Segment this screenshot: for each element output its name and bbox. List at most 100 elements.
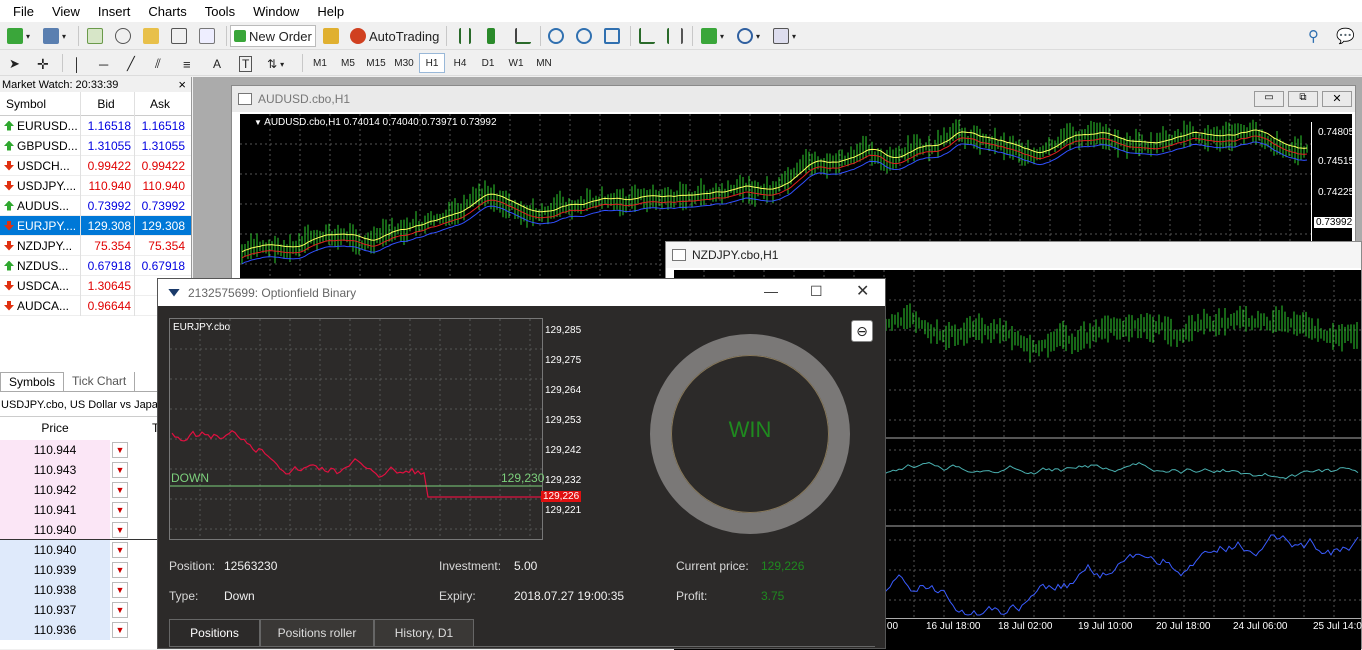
market-watch-row[interactable]: AUDUS... 0.73992 0.73992 — [0, 195, 191, 216]
tick-row[interactable]: 110.943 ▼ — [0, 460, 160, 480]
autotrading-button[interactable]: AutoTrading — [347, 25, 442, 47]
chart-shift-button[interactable] — [664, 25, 686, 47]
market-watch-row[interactable]: NZDJPY... 75.354 75.354 — [0, 235, 191, 256]
arrows-tool[interactable]: ⇅ ▾ — [264, 53, 287, 75]
bar-chart-button[interactable] — [456, 25, 474, 47]
optionfield-minimize-button[interactable]: — — [764, 283, 778, 299]
chevron-down-icon[interactable]: ▼ — [112, 442, 128, 458]
optionfield-binary-window[interactable]: 2132575699: Optionfield Binary — ☐ ✕ EUR… — [157, 278, 886, 649]
chevron-down-icon[interactable]: ▼ — [112, 522, 128, 538]
strategy-tester-toggle[interactable] — [196, 25, 218, 47]
auto-scroll-button[interactable] — [636, 25, 658, 47]
tick-row[interactable]: 110.937 ▼ — [0, 600, 160, 620]
menu-insert[interactable]: Insert — [89, 4, 140, 19]
chevron-down-icon[interactable]: ▼ — [112, 622, 128, 638]
market-watch-row[interactable]: USDCH... 0.99422 0.99422 — [0, 155, 191, 176]
market-watch-row[interactable]: NZDUS... 0.67918 0.67918 — [0, 255, 191, 276]
profiles-button[interactable]: ▾ — [40, 25, 69, 47]
zoom-in-button[interactable] — [545, 25, 567, 47]
tick-price: 110.944 — [0, 440, 110, 460]
market-watch-row[interactable]: EURJPY.... 129.308 129.308 — [0, 215, 191, 236]
back-arrow-button[interactable]: ⊖ — [851, 320, 873, 342]
cursor-tool[interactable]: ➤ — [6, 53, 23, 75]
ask-header[interactable]: Ask — [134, 91, 188, 116]
menu-charts[interactable]: Charts — [139, 4, 195, 19]
menu-window[interactable]: Window — [244, 4, 308, 19]
tick-row[interactable]: 110.938 ▼ — [0, 580, 160, 600]
text-label-tool[interactable]: T — [236, 53, 255, 75]
chevron-down-icon[interactable]: ▼ — [112, 542, 128, 558]
vertical-line-tool[interactable]: │ — [70, 53, 84, 75]
metaeditor-button[interactable] — [320, 25, 342, 47]
timeframe-m5[interactable]: M5 — [335, 53, 361, 73]
crosshair-tool[interactable]: ✛ — [34, 53, 52, 75]
text-tool[interactable]: A — [210, 53, 224, 75]
tab-positions[interactable]: Positions — [169, 619, 260, 647]
tick-row[interactable]: 110.942 ▼ — [0, 480, 160, 500]
tick-row[interactable]: 110.944 ▼ — [0, 440, 160, 460]
audusd-minimize-button[interactable]: ▭ — [1254, 91, 1284, 107]
line-chart-button[interactable] — [512, 25, 534, 47]
audusd-maximize-button[interactable]: ⧉ — [1288, 91, 1318, 107]
chevron-down-icon[interactable]: ▼ — [112, 462, 128, 478]
tick-row[interactable]: 110.936 ▼ — [0, 620, 160, 640]
menu-tools[interactable]: Tools — [196, 4, 244, 19]
templates-button[interactable]: ▾ — [770, 25, 799, 47]
zoom-out-button[interactable] — [573, 25, 595, 47]
timeframe-d1[interactable]: D1 — [475, 53, 501, 73]
timeframe-m30[interactable]: M30 — [391, 53, 417, 73]
audusd-close-button[interactable]: ✕ — [1322, 91, 1352, 107]
chevron-down-icon[interactable]: ▼ — [112, 502, 128, 518]
horizontal-line-tool[interactable]: ─ — [96, 53, 111, 75]
new-order-button[interactable]: New Order — [230, 25, 316, 47]
tick-row[interactable]: 110.939 ▼ — [0, 560, 160, 580]
market-watch-row[interactable]: GBPUSD... 1.31055 1.31055 — [0, 135, 191, 156]
menu-bar: File View Insert Charts Tools Window Hel… — [0, 0, 1362, 22]
indicators-button[interactable]: ▾ — [698, 25, 727, 47]
timeframe-mn[interactable]: MN — [531, 53, 557, 73]
timeframe-h4[interactable]: H4 — [447, 53, 473, 73]
navigator-toggle[interactable] — [140, 25, 162, 47]
market-watch-toggle[interactable] — [84, 25, 106, 47]
menu-help[interactable]: Help — [308, 4, 353, 19]
tick-row[interactable]: 110.941 ▼ — [0, 500, 160, 520]
tab-tick-chart[interactable]: Tick Chart — [64, 372, 136, 391]
tick-row[interactable]: 110.940 ▼ — [0, 520, 160, 540]
chevron-down-icon[interactable]: ▼ — [112, 482, 128, 498]
tab-symbols[interactable]: Symbols — [0, 372, 65, 391]
ask-value: 0.73992 — [134, 195, 188, 216]
data-window-toggle[interactable] — [112, 25, 134, 47]
time-axis-label: 24 Jul 06:00 — [1233, 621, 1288, 632]
market-watch-row[interactable]: USDJPY.... 110.940 110.940 — [0, 175, 191, 196]
tab-history-d1[interactable]: History, D1 — [374, 619, 474, 647]
timeframe-h1[interactable]: H1 — [419, 53, 445, 73]
search-button[interactable]: ⚲ — [1305, 25, 1322, 47]
symbol-header[interactable]: Symbol — [0, 97, 80, 111]
tick-row[interactable]: 110.940 ▼ — [0, 540, 160, 560]
market-watch-row[interactable]: EURUSD... 1.16518 1.16518 — [0, 115, 191, 136]
timeframe-w1[interactable]: W1 — [503, 53, 529, 73]
market-watch-close-button[interactable]: × — [178, 77, 191, 92]
menu-file[interactable]: File — [4, 4, 43, 19]
timeframe-m1[interactable]: M1 — [307, 53, 333, 73]
ask-value: 0.99422 — [134, 155, 188, 176]
tile-windows-button[interactable] — [601, 25, 623, 47]
fibonacci-tool[interactable]: ≡ — [180, 53, 194, 75]
tab-positions-roller[interactable]: Positions roller — [260, 619, 374, 647]
bid-header[interactable]: Bid — [80, 91, 134, 116]
menu-view[interactable]: View — [43, 4, 89, 19]
candlestick-button[interactable] — [484, 25, 498, 47]
optionfield-close-button[interactable]: ✕ — [856, 281, 869, 301]
equidistant-channel-tool[interactable]: ⫽ — [152, 53, 164, 75]
chat-button[interactable]: 💬 — [1333, 25, 1358, 47]
terminal-toggle[interactable] — [168, 25, 190, 47]
trendline-tool[interactable]: ╱ — [124, 53, 138, 75]
periods-button[interactable]: ▾ — [734, 25, 763, 47]
chevron-down-icon[interactable]: ▼ — [112, 602, 128, 618]
symbol-name: NZDJPY... — [17, 238, 73, 253]
new-chart-button[interactable]: ▾ — [4, 25, 33, 47]
chevron-down-icon[interactable]: ▼ — [112, 582, 128, 598]
timeframe-m15[interactable]: M15 — [363, 53, 389, 73]
optionfield-maximize-button[interactable]: ☐ — [810, 283, 823, 300]
chevron-down-icon[interactable]: ▼ — [112, 562, 128, 578]
